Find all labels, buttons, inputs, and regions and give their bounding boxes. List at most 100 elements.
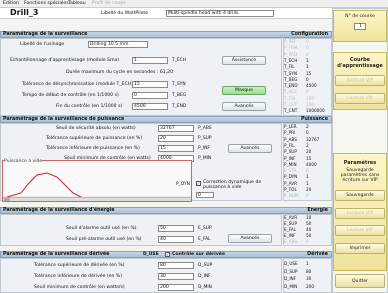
energy-config-row: E_FAL 40 xyxy=(284,227,311,232)
drill-name: Drill_3 xyxy=(10,8,39,17)
wear-alarm-tag: E_SUP xyxy=(198,226,212,231)
menu-edition[interactable]: Edition xyxy=(3,1,19,6)
power-config-value: 20 xyxy=(306,149,312,155)
title-bar: Drill_3 Libellé du WattPilote Multi-spin… xyxy=(0,8,332,19)
power-config-value: 0 xyxy=(306,168,309,174)
tool-label: Libellé de l'usinage xyxy=(20,42,65,47)
config-value: 0 xyxy=(306,39,309,44)
end-control-input[interactable]: 4500 xyxy=(132,103,168,110)
surveillance-advanced-button[interactable]: Avancés xyxy=(222,102,266,111)
power-config-row: P_NUM 0 xyxy=(284,193,309,198)
derivative-config-value: 80 xyxy=(306,268,312,274)
tolerance-input[interactable]: 0 xyxy=(196,192,214,198)
learning-write-vip-button[interactable]: Ecriture VIP xyxy=(335,75,385,86)
start-control-tag: T_BEG xyxy=(172,93,187,98)
config-param: T_CUT xyxy=(284,102,298,107)
config-param: P_REF xyxy=(284,39,297,44)
power-advanced-button[interactable]: Avancés xyxy=(228,144,272,153)
menu-cut-profile[interactable]: Profil de coupe xyxy=(92,1,126,6)
sampling-input[interactable]: 1 xyxy=(132,57,168,64)
power-sup-label: Tolérance supérieure de puissance (en %) xyxy=(46,136,143,141)
derivative-config-param: D_MIN xyxy=(284,283,298,289)
params-title: Paramètres xyxy=(343,160,377,166)
power-config-row: P_PRI 0 xyxy=(284,130,309,135)
sync-input[interactable]: 15 xyxy=(132,81,168,88)
power-config-value: 0 xyxy=(306,193,309,199)
power-config-param: P_ABS xyxy=(284,136,297,142)
prewear-alarm-input[interactable]: 40 xyxy=(158,236,194,243)
power-config-value: 0 xyxy=(306,130,309,136)
wear-alarm-input[interactable]: 50 xyxy=(158,225,194,232)
energy-config-row: E_AVR 10 xyxy=(284,215,311,220)
deriv-min-tag: D_MIN xyxy=(198,285,212,290)
config-row: P_PRD 0 xyxy=(284,52,309,57)
deriv-min-label: Seuil minimum de contrôle (en watts/s) xyxy=(34,285,125,290)
idle-power-curve xyxy=(3,172,191,198)
graph-scroll-thumb[interactable] xyxy=(4,198,10,201)
learning-title: Courbe d'apprentissage xyxy=(337,57,383,69)
learning-read-vip-button[interactable]: Lecture VIP xyxy=(335,93,385,104)
power-inf-input[interactable]: 15 xyxy=(158,145,194,152)
quit-button[interactable]: Quitter xyxy=(335,274,385,288)
dynamic-correction-checkbox[interactable]: ✓ xyxy=(196,181,201,186)
power-config-param: P_SUP xyxy=(284,149,297,155)
energy-config-row: E_ABS 0 xyxy=(284,239,309,244)
derivative-config-value: 1 xyxy=(306,261,309,266)
tool-input[interactable]: Drilling 10.5 mm xyxy=(88,41,148,48)
energy-config-value: 0 xyxy=(306,239,309,244)
derivative-config-value: 200 xyxy=(306,283,314,289)
energy-config-value: 10 xyxy=(306,215,312,220)
power-sup-input[interactable]: 20 xyxy=(158,135,194,142)
start-control-label: Tempo de début de contrôle (en 1/1000 s) xyxy=(22,93,119,98)
power-config-row: P_DYN 1 xyxy=(284,174,309,179)
derivative-config-param: D_SUP xyxy=(284,268,298,274)
power-config-row: P_FIL 2 xyxy=(284,143,309,148)
config-param: T_ACC xyxy=(284,89,298,95)
deriv-min-input[interactable]: 200 xyxy=(158,284,194,291)
course-input[interactable]: 1 xyxy=(354,23,366,30)
energy-advanced-button[interactable]: Avancés xyxy=(228,234,272,243)
assistance-button[interactable]: Assistance xyxy=(222,56,266,65)
deriv-inf-tag: D_INF xyxy=(198,274,211,279)
print-button[interactable]: Imprimer xyxy=(335,243,385,254)
config-param: T_SYN xyxy=(284,70,298,76)
wear-alarm-label: Seuil d'alarme outil usé (en %) xyxy=(66,226,137,231)
config-param: T_TRI xyxy=(284,95,296,101)
power-config-param: P_MIN xyxy=(284,161,297,167)
prewear-alarm-tag: E_FAL xyxy=(198,237,211,242)
config-value: 0 xyxy=(306,89,309,95)
abs-threshold-input[interactable]: 32767 xyxy=(158,125,194,132)
power-config-value: 15 xyxy=(306,155,312,161)
abs-threshold-label: Seuil de sécurité absolu (en watts) xyxy=(56,126,136,131)
power-min-tag: P_MIN xyxy=(198,156,212,161)
start-control-input[interactable]: 0 xyxy=(132,92,168,99)
wattpilot-label-input[interactable]: Multi-spindle head with 4 drills xyxy=(166,10,274,17)
menu-special-functions[interactable]: Fonctions spéciales xyxy=(24,1,69,6)
power-config-param: P_TOL xyxy=(284,187,297,192)
power-config-param: P_STA xyxy=(284,168,297,174)
deriv-sup-input[interactable]: 80 xyxy=(158,262,194,269)
config-value: 1000000 xyxy=(306,108,325,114)
derivative-control-checkbox[interactable]: ✓ xyxy=(165,252,170,257)
graph-scrollbar[interactable] xyxy=(3,197,191,201)
config-row: T_TRI 100 xyxy=(284,96,314,101)
mask-button[interactable]: Masque xyxy=(222,86,266,95)
config-param: T_CNT xyxy=(284,108,298,114)
course-block: N° de course 1 xyxy=(333,10,387,42)
abs-threshold-tag: P_ABS xyxy=(198,126,212,131)
power-config-value: 4000 xyxy=(306,161,317,167)
config-value: 0 xyxy=(306,51,309,57)
power-config-value: 2 xyxy=(306,124,309,129)
config-row: T_ECH 1 xyxy=(284,58,309,63)
params-read-vip-button[interactable]: Lecture VIP xyxy=(335,225,385,236)
config-row: T_CNT 1000000 xyxy=(284,108,325,113)
deriv-inf-input[interactable]: 30 xyxy=(158,273,194,280)
config-param: T_FIL xyxy=(284,64,295,70)
config-row: T_END 4500 xyxy=(284,83,317,88)
menu-table[interactable]: Tableau xyxy=(68,1,86,6)
derivative-config-row: D_MIN 200 xyxy=(284,284,314,289)
save-button[interactable]: Sauvegarde xyxy=(335,190,385,201)
derivative-use-tag: D_USE xyxy=(143,252,159,257)
params-write-vip-button[interactable]: Ecriture VIP xyxy=(335,208,385,219)
config-value: 0 xyxy=(306,76,309,82)
